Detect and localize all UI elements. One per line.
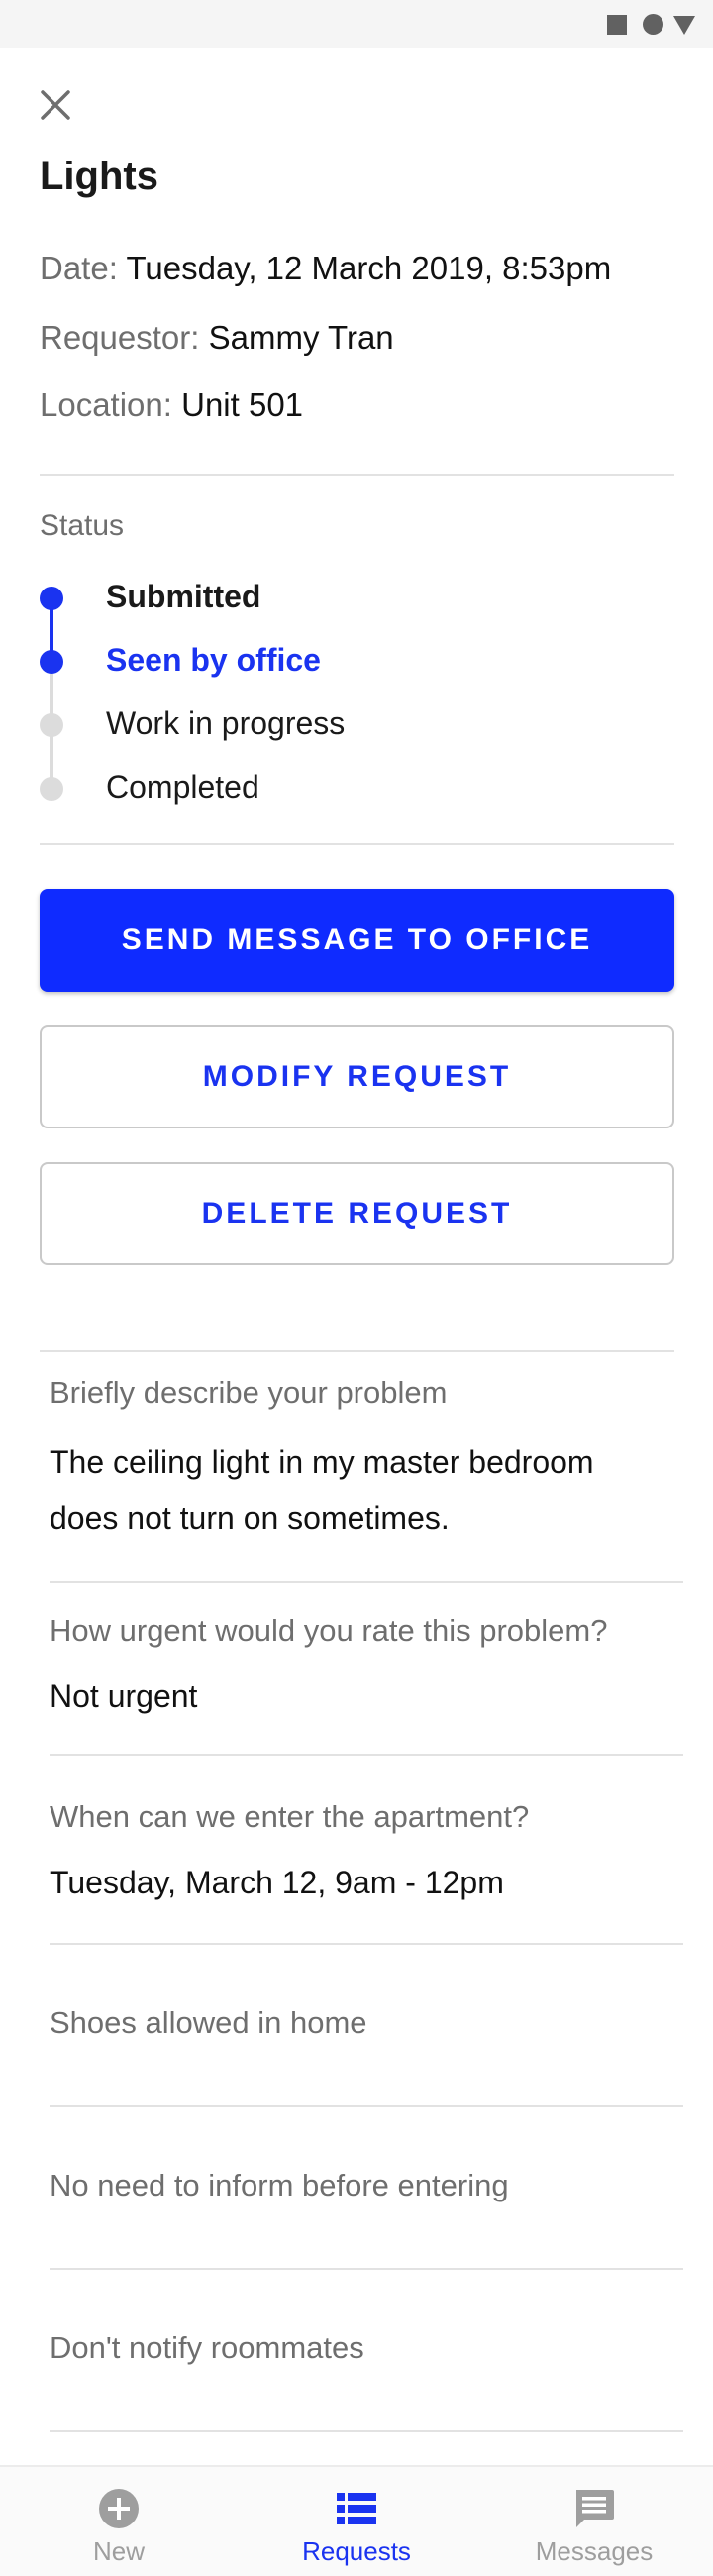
status-step-work-in-progress: Work in progress — [106, 705, 346, 741]
nav-label-new: New — [92, 2536, 145, 2566]
nav-label-messages: Messages — [535, 2536, 654, 2566]
shoes-allowed-label: Shoes allowed in home — [50, 2005, 367, 2040]
date-label: Date: — [40, 250, 118, 286]
urgency-value: Not urgent — [50, 1678, 198, 1714]
close-button[interactable] — [30, 79, 81, 131]
signal-triangle-icon — [673, 16, 695, 35]
entry-time-label: When can we enter the apartment? — [50, 1799, 530, 1834]
nav-label-requests: Requests — [302, 2536, 411, 2566]
list-icon — [238, 2487, 475, 2530]
status-dot-seen — [40, 650, 63, 674]
delete-request-button[interactable]: DELETE REQUEST — [40, 1162, 674, 1265]
problem-label: Briefly describe your problem — [50, 1375, 448, 1410]
status-step-completed: Completed — [106, 769, 259, 805]
status-dot-submitted — [40, 587, 63, 610]
send-message-button[interactable]: SEND MESSAGE TO OFFICE — [40, 889, 674, 992]
system-status-bar — [0, 0, 713, 48]
problem-value-line-2: does not turn on sometimes. — [50, 1500, 450, 1536]
status-dot-in-progress — [40, 713, 63, 737]
status-step-submitted: Submitted — [106, 579, 261, 614]
bottom-navigation: New Requests Messages — [0, 2465, 713, 2576]
location-label: Location: — [40, 386, 172, 423]
requestor-label: Requestor: — [40, 319, 200, 356]
status-label: Status — [40, 509, 125, 542]
add-circle-icon — [0, 2487, 238, 2530]
divider — [40, 843, 674, 845]
entry-time-value: Tuesday, March 12, 9am - 12pm — [50, 1865, 504, 1900]
nav-item-messages[interactable]: Messages — [475, 2467, 713, 2576]
divider — [50, 2430, 683, 2432]
page-title: Lights — [40, 155, 158, 198]
home-circle-icon — [643, 14, 663, 35]
location-value: Unit 501 — [181, 386, 304, 423]
recent-apps-icon — [607, 15, 627, 35]
notify-roommates-label: Don't notify roommates — [50, 2330, 364, 2365]
divider — [50, 1581, 683, 1583]
divider — [40, 474, 674, 476]
status-step-seen-by-office: Seen by office — [106, 642, 321, 678]
nav-item-requests[interactable]: Requests — [238, 2467, 475, 2576]
urgency-label: How urgent would you rate this problem? — [50, 1613, 608, 1648]
status-dot-completed — [40, 777, 63, 801]
inform-before-entering-label: No need to inform before entering — [50, 2168, 509, 2202]
modify-request-button[interactable]: MODIFY REQUEST — [40, 1025, 674, 1128]
close-icon — [41, 90, 70, 120]
location-row: Location: Unit 501 — [40, 386, 303, 424]
divider — [50, 1943, 683, 1945]
divider — [50, 2268, 683, 2270]
date-value: Tuesday, 12 March 2019, 8:53pm — [126, 250, 612, 286]
divider — [50, 1754, 683, 1756]
requestor-value: Sammy Tran — [208, 319, 394, 356]
requestor-row: Requestor: Sammy Tran — [40, 319, 394, 357]
divider — [50, 2105, 683, 2107]
date-row: Date: Tuesday, 12 March 2019, 8:53pm — [40, 250, 611, 287]
problem-value-line-1: The ceiling light in my master bedroom — [50, 1445, 594, 1480]
divider — [40, 1350, 674, 1352]
nav-item-new[interactable]: New — [0, 2467, 238, 2576]
message-icon — [475, 2487, 713, 2530]
